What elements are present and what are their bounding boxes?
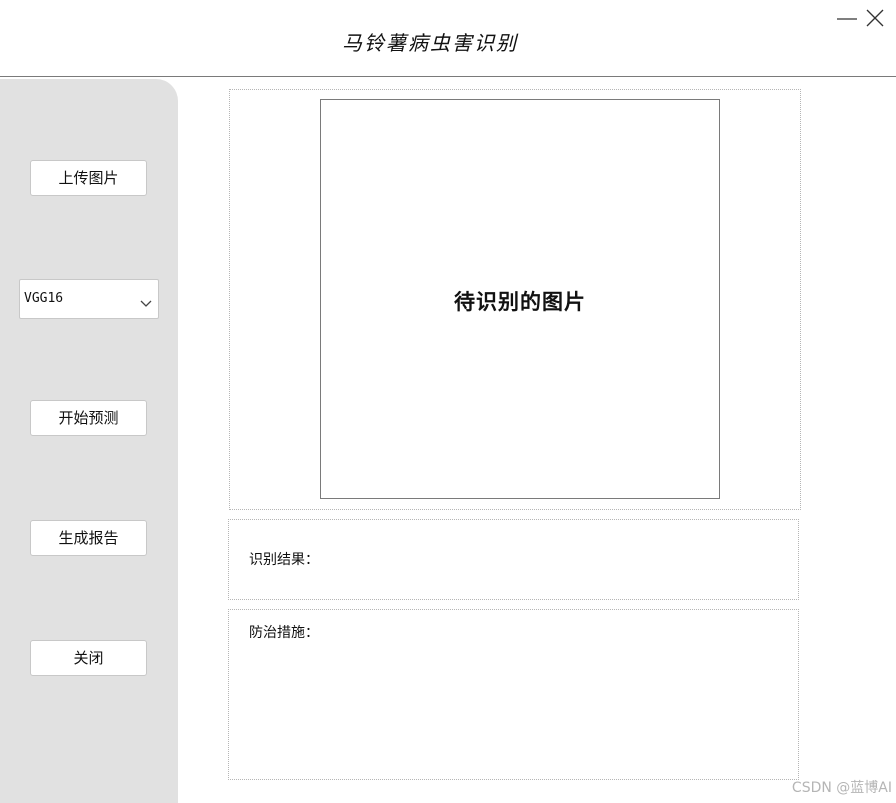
minimize-icon[interactable]	[835, 6, 859, 30]
chevron-down-icon	[140, 294, 152, 307]
result-label: 识别结果：	[249, 552, 319, 568]
close-button[interactable]: 关闭	[30, 640, 147, 676]
sidebar: 上传图片 VGG16 开始预测 生成报告 关闭	[0, 79, 178, 803]
app-window: 马铃薯病虫害识别 上传图片 VGG16 开始预测 生成报告 关闭 待识别的图片 …	[0, 0, 896, 803]
image-display: 待识别的图片	[320, 99, 720, 499]
model-select-value: VGG16	[24, 291, 64, 306]
title-bar: 马铃薯病虫害识别	[0, 0, 896, 77]
upload-image-button[interactable]: 上传图片	[30, 160, 147, 196]
close-icon[interactable]	[863, 6, 887, 30]
measures-label: 防治措施：	[249, 625, 319, 641]
image-placeholder-text: 待识别的图片	[454, 290, 586, 314]
watermark: CSDN @蓝博AI	[791, 780, 892, 796]
window-title: 马铃薯病虫害识别	[342, 31, 518, 55]
start-predict-button[interactable]: 开始预测	[30, 400, 147, 436]
generate-report-button[interactable]: 生成报告	[30, 520, 147, 556]
model-select[interactable]: VGG16	[19, 279, 159, 319]
